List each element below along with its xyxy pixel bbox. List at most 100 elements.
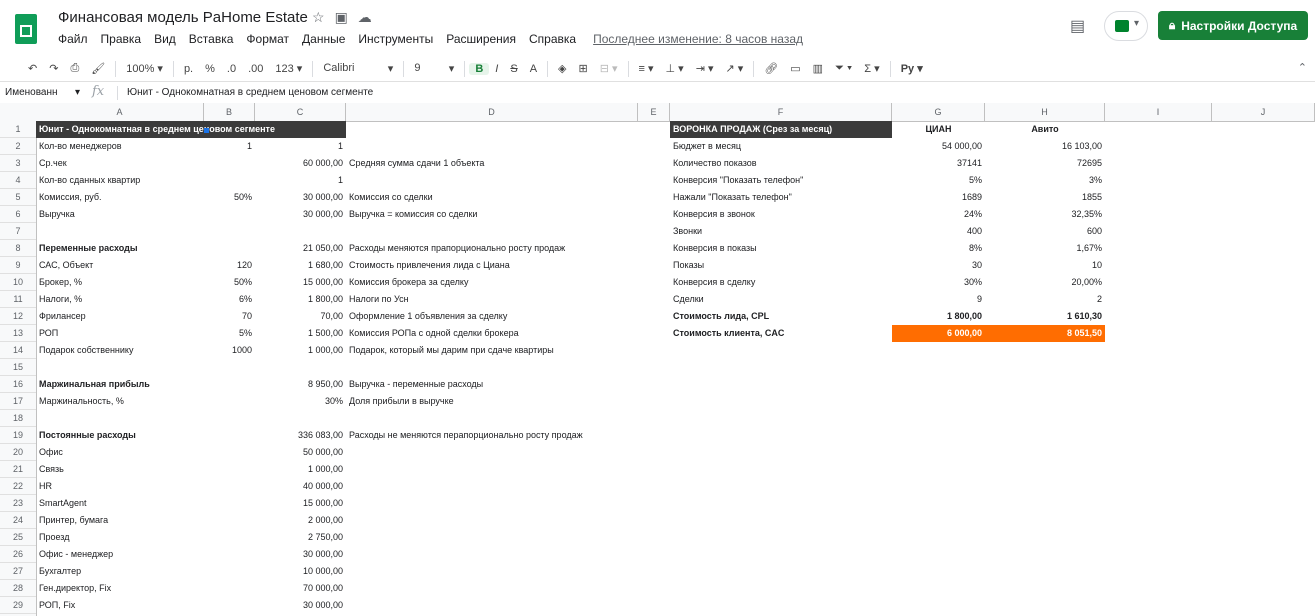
cell-G6[interactable]: 24%: [892, 206, 985, 223]
cell-H1[interactable]: Авито: [985, 121, 1105, 138]
cell-A27[interactable]: Бухгалтер: [36, 563, 204, 580]
cell-A22[interactable]: HR: [36, 478, 204, 495]
row-header-11[interactable]: 11: [0, 291, 36, 308]
row-header-19[interactable]: 19: [0, 427, 36, 444]
column-header-G[interactable]: G: [892, 103, 985, 121]
move-folder-icon[interactable]: ▣: [335, 9, 348, 26]
row-header-9[interactable]: 9: [0, 257, 36, 274]
more-formats-select[interactable]: 123 ▾: [269, 62, 308, 75]
undo-icon[interactable]: ↶: [22, 62, 43, 75]
horizontal-align-icon[interactable]: ≡ ▾: [633, 62, 660, 75]
print-icon[interactable]: ⎙: [64, 62, 85, 75]
cell-B11[interactable]: 6%: [204, 291, 255, 308]
meet-button[interactable]: ▾: [1104, 11, 1148, 41]
sheets-logo-icon[interactable]: [15, 14, 37, 44]
row-header-21[interactable]: 21: [0, 461, 36, 478]
text-wrap-icon[interactable]: ⇥ ▾: [690, 62, 720, 75]
row-header-29[interactable]: 29: [0, 597, 36, 614]
menu-9[interactable]: Справка: [529, 32, 576, 46]
cell-D16[interactable]: Выручка - переменные расходы: [346, 376, 638, 393]
cell-C12[interactable]: 70,00: [255, 308, 346, 325]
cell-C17[interactable]: 30%: [255, 393, 346, 410]
row-header-24[interactable]: 24: [0, 512, 36, 529]
menu-7[interactable]: Инструменты: [358, 32, 433, 46]
input-tools-button[interactable]: Рy ▾: [895, 62, 929, 75]
cell-G13[interactable]: 6 000,00: [892, 325, 985, 342]
cell-H8[interactable]: 1,67%: [985, 240, 1105, 257]
redo-icon[interactable]: ↷: [43, 62, 64, 75]
row-header-5[interactable]: 5: [0, 189, 36, 206]
cell-D3[interactable]: Средняя сумма сдачи 1 объекта: [346, 155, 638, 172]
cell-A2[interactable]: Кол-во менеджеров: [36, 138, 204, 155]
cell-A23[interactable]: SmartAgent: [36, 495, 204, 512]
text-color-button[interactable]: A: [524, 63, 543, 75]
cell-G8[interactable]: 8%: [892, 240, 985, 257]
cell-A20[interactable]: Офис: [36, 444, 204, 461]
cell-G5[interactable]: 1689: [892, 189, 985, 206]
cell-D12[interactable]: Оформление 1 объявления за сделку: [346, 308, 638, 325]
cell-A29[interactable]: РОП, Fix: [36, 597, 204, 614]
menu-5[interactable]: Формат: [246, 32, 289, 46]
fill-color-icon[interactable]: ◈: [552, 62, 572, 75]
column-header-E[interactable]: E: [638, 103, 670, 121]
cell-G2[interactable]: 54 000,00: [892, 138, 985, 155]
formula-input[interactable]: Юнит - Однокомнатная в среднем ценовом с…: [127, 87, 373, 98]
column-header-I[interactable]: I: [1105, 103, 1212, 121]
row-header-4[interactable]: 4: [0, 172, 36, 189]
cell-C6[interactable]: 30 000,00: [255, 206, 346, 223]
strikethrough-button[interactable]: S: [504, 63, 523, 75]
row-header-20[interactable]: 20: [0, 444, 36, 461]
cell-H10[interactable]: 20,00%: [985, 274, 1105, 291]
currency-format-button[interactable]: р.: [178, 63, 199, 75]
last-edit-link[interactable]: Последнее изменение: 8 часов назад: [593, 32, 803, 46]
column-header-A[interactable]: A: [36, 103, 204, 121]
cell-A26[interactable]: Офис - менеджер: [36, 546, 204, 563]
row-header-17[interactable]: 17: [0, 393, 36, 410]
collapse-menu-icon[interactable]: ⌃: [1298, 61, 1307, 74]
cell-A19[interactable]: Постоянные расходы: [36, 427, 204, 444]
row-header-14[interactable]: 14: [0, 342, 36, 359]
comment-icon[interactable]: ▤: [1070, 16, 1085, 36]
percent-format-button[interactable]: %: [199, 63, 221, 75]
cell-G11[interactable]: 9: [892, 291, 985, 308]
column-header-J[interactable]: J: [1212, 103, 1315, 121]
cell-C20[interactable]: 50 000,00: [255, 444, 346, 461]
cell-C27[interactable]: 10 000,00: [255, 563, 346, 580]
row-header-12[interactable]: 12: [0, 308, 36, 325]
cell-G7[interactable]: 400: [892, 223, 985, 240]
cell-C8[interactable]: 21 050,00: [255, 240, 346, 257]
row-header-6[interactable]: 6: [0, 206, 36, 223]
cell-B14[interactable]: 1000: [204, 342, 255, 359]
cell-G12[interactable]: 1 800,00: [892, 308, 985, 325]
star-icon[interactable]: ☆: [312, 9, 325, 26]
font-select[interactable]: Calibri ▾: [317, 62, 399, 75]
cell-H5[interactable]: 1855: [985, 189, 1105, 206]
row-header-1[interactable]: 1: [0, 121, 36, 138]
decrease-decimal-button[interactable]: .0: [221, 63, 242, 75]
cell-D9[interactable]: Стоимость привлечения лида с Циана: [346, 257, 638, 274]
cell-H4[interactable]: 3%: [985, 172, 1105, 189]
column-header-D[interactable]: D: [346, 103, 638, 121]
column-header-C[interactable]: C: [255, 103, 346, 121]
cell-A3[interactable]: Ср.чек: [36, 155, 204, 172]
cell-H6[interactable]: 32,35%: [985, 206, 1105, 223]
cell-A16[interactable]: Маржинальная прибыль: [36, 376, 204, 393]
cell-D6[interactable]: Выручка = комиссия со сделки: [346, 206, 638, 223]
document-title[interactable]: Финансовая модель PaHome Estate: [58, 9, 308, 26]
cell-F11[interactable]: Сделки: [670, 291, 892, 308]
row-header-13[interactable]: 13: [0, 325, 36, 342]
menu-3[interactable]: Вид: [154, 32, 176, 46]
cell-D14[interactable]: Подарок, который мы дарим при сдаче квар…: [346, 342, 638, 359]
cell-C3[interactable]: 60 000,00: [255, 155, 346, 172]
cell-A9[interactable]: САС, Объект: [36, 257, 204, 274]
column-header-F[interactable]: F: [670, 103, 892, 121]
cell-C25[interactable]: 2 750,00: [255, 529, 346, 546]
menu-6[interactable]: Данные: [302, 32, 345, 46]
cell-H2[interactable]: 16 103,00: [985, 138, 1105, 155]
functions-icon[interactable]: Σ ▾: [858, 62, 885, 75]
increase-decimal-button[interactable]: .00: [242, 63, 269, 75]
cell-C4[interactable]: 1: [255, 172, 346, 189]
column-header-B[interactable]: B: [204, 103, 255, 121]
menu-2[interactable]: Правка: [101, 32, 142, 46]
row-header-16[interactable]: 16: [0, 376, 36, 393]
